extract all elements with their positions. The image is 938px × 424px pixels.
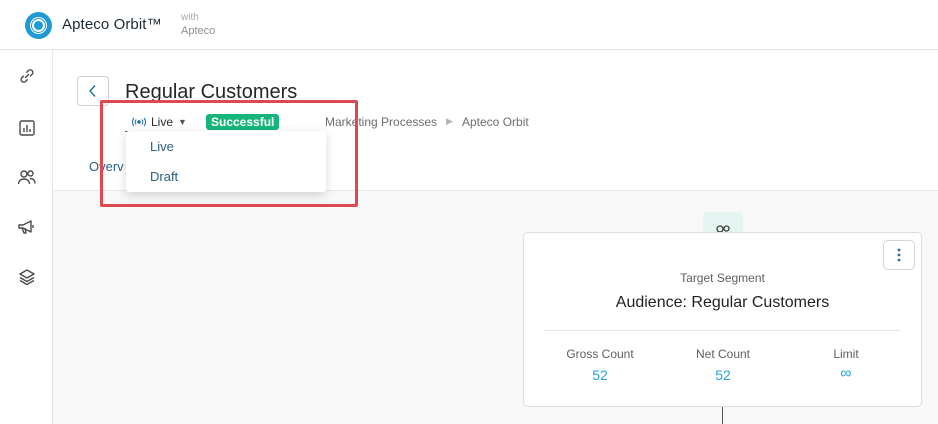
layers-icon[interactable] <box>17 267 37 287</box>
card-divider <box>544 330 901 331</box>
people-icon[interactable] <box>17 167 37 187</box>
stat-net-count-value: 52 <box>715 367 731 383</box>
apteco-logo-icon <box>25 12 52 39</box>
more-options-button[interactable] <box>883 240 915 270</box>
link-icon[interactable] <box>17 66 37 86</box>
breadcrumb-apteco-orbit[interactable]: Apteco Orbit <box>462 115 529 129</box>
annotation-highlight-box <box>100 100 358 207</box>
app-brand: Apteco Orbit™ <box>62 16 162 33</box>
stat-limit-value: ∞ <box>840 365 852 382</box>
node-connector-line <box>722 407 723 424</box>
kebab-menu-icon <box>897 248 901 262</box>
stat-net-count-label: Net Count <box>695 347 751 361</box>
top-bar: Apteco Orbit™ with Apteco <box>0 0 938 50</box>
card-subtitle: Target Segment <box>680 271 765 285</box>
with-label: with <box>181 12 199 23</box>
megaphone-icon[interactable] <box>17 217 37 237</box>
stat-limit-label: Limit <box>833 347 859 361</box>
sidebar <box>0 50 53 424</box>
stat-gross-count-value: 52 <box>592 367 608 383</box>
breadcrumb-separator-icon: ▶ <box>446 116 453 126</box>
stat-gross-count-label: Gross Count <box>566 347 634 361</box>
chevron-left-icon <box>89 85 96 97</box>
dashboard-icon[interactable] <box>17 118 37 138</box>
card-title: Audience: Regular Customers <box>615 294 830 311</box>
with-brand: Apteco <box>181 25 216 37</box>
